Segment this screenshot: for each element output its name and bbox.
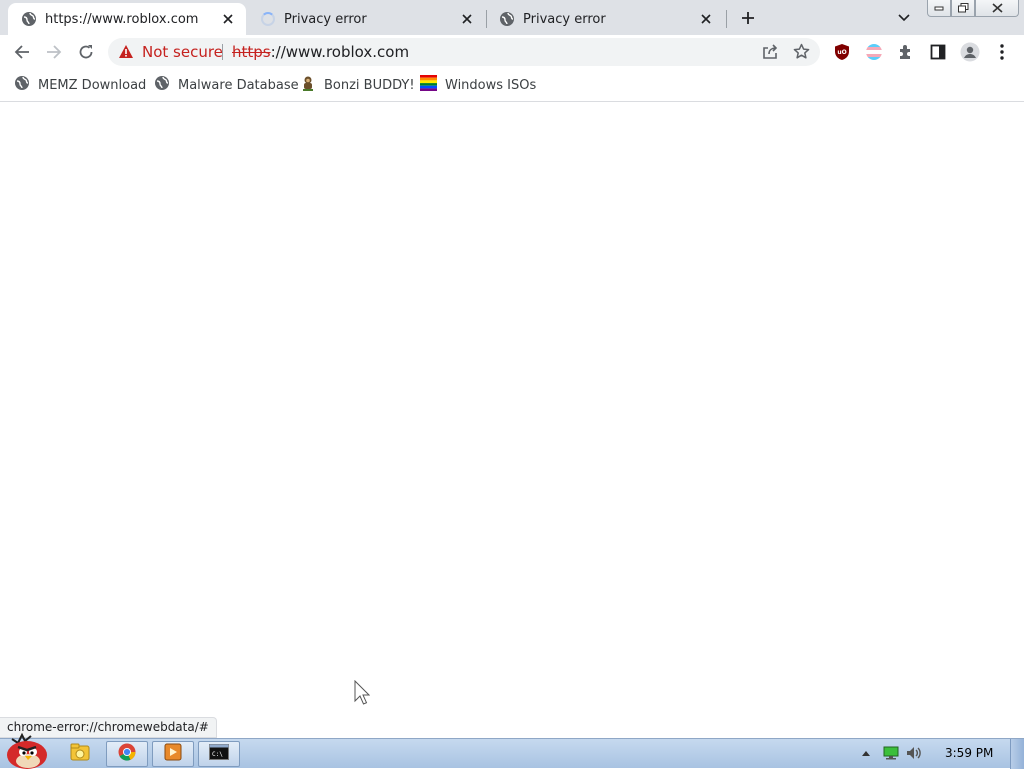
warning-icon[interactable] [118, 44, 134, 63]
minimize-button[interactable] [927, 0, 951, 17]
globe-icon [154, 75, 170, 95]
explorer-icon [70, 743, 90, 765]
rainbow-flag-icon [420, 75, 437, 95]
taskbar: C:\ 3:59 PM [0, 732, 1024, 769]
tab-privacy-error-2[interactable]: Privacy error [486, 3, 724, 35]
taskbar-explorer[interactable] [59, 741, 101, 767]
taskbar-chrome[interactable] [106, 741, 148, 767]
bookmark-label: Bonzi BUDDY! [324, 77, 415, 93]
bookmark-star-icon[interactable] [793, 43, 810, 64]
tab-divider [726, 10, 727, 28]
tab-title: https://www.roblox.com [45, 11, 199, 27]
svg-text:C:\: C:\ [212, 751, 223, 758]
bookmark-label: MEMZ Download [38, 77, 147, 93]
forward-button[interactable] [43, 41, 65, 63]
restore-button[interactable] [951, 0, 975, 17]
cmd-icon: C:\ [209, 744, 229, 764]
tab-title: Privacy error [523, 11, 606, 27]
security-status-label[interactable]: Not secure [142, 43, 223, 61]
extensions-puzzle-icon[interactable] [895, 41, 917, 63]
reload-button[interactable] [75, 41, 97, 63]
loading-spinner-icon [260, 11, 276, 27]
share-icon[interactable] [762, 44, 778, 64]
tab-title: Privacy error [284, 11, 367, 27]
url-host: ://www.roblox.com [270, 43, 410, 61]
tab-roblox[interactable]: https://www.roblox.com [8, 3, 246, 35]
taskbar-clock[interactable]: 3:59 PM [945, 746, 993, 760]
bookmark-label: Windows ISOs [445, 77, 537, 93]
new-tab-button[interactable] [737, 7, 759, 29]
bookmarks-bar: MEMZ Download Malware Database Bonzi BUD… [0, 69, 1024, 102]
taskbar-command-prompt[interactable]: C:\ [198, 741, 240, 767]
tab-search-button[interactable] [894, 8, 914, 28]
start-button[interactable] [2, 731, 50, 769]
chrome-icon [118, 743, 136, 765]
url-text[interactable]: https://www.roblox.com [232, 43, 409, 61]
tab-privacy-error-1[interactable]: Privacy error [247, 3, 485, 35]
bookmark-memz-download[interactable]: MEMZ Download [14, 76, 146, 94]
show-desktop-button[interactable] [1010, 739, 1024, 769]
close-window-button[interactable] [975, 0, 1019, 17]
close-tab-icon[interactable] [220, 11, 236, 27]
bookmark-malware-database[interactable]: Malware Database [154, 76, 299, 94]
close-tab-icon[interactable] [459, 11, 475, 27]
globe-icon [14, 75, 30, 95]
window-controls [927, 0, 1019, 18]
chrome-menu-icon[interactable] [991, 41, 1013, 63]
close-tab-icon[interactable] [698, 11, 714, 27]
mouse-cursor-icon [354, 679, 371, 710]
omnibox[interactable]: Not secure https://www.roblox.com [108, 38, 820, 66]
url-scheme: https [232, 43, 271, 61]
profile-avatar-icon[interactable] [959, 41, 981, 63]
back-button[interactable] [11, 41, 33, 63]
bonzi-icon [300, 75, 316, 95]
globe-icon [21, 11, 37, 27]
taskbar-media-app[interactable] [152, 741, 194, 767]
bookmark-windows-isos[interactable]: Windows ISOs [420, 75, 537, 95]
omnibox-divider [222, 44, 223, 60]
extension-flag-icon[interactable] [863, 41, 885, 63]
volume-icon[interactable] [905, 744, 923, 762]
media-icon [164, 743, 182, 765]
bookmark-bonzi-buddy[interactable]: Bonzi BUDDY! [300, 76, 415, 94]
globe-icon [499, 11, 515, 27]
ublock-origin-icon[interactable]: uO [831, 41, 853, 63]
svg-text:uO: uO [837, 49, 846, 56]
page-content [0, 103, 1024, 738]
tab-strip: https://www.roblox.com Privacy error Pri… [0, 0, 1024, 35]
bookmark-label: Malware Database [178, 77, 299, 93]
network-icon[interactable] [882, 744, 900, 762]
side-panel-icon[interactable] [927, 41, 949, 63]
show-hidden-icons-button[interactable] [860, 744, 872, 762]
